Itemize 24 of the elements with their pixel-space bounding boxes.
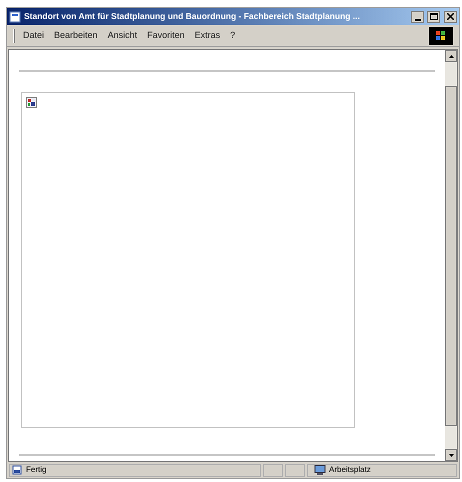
menu-item[interactable]: Extras xyxy=(194,28,220,42)
windows-logo-icon xyxy=(429,26,453,44)
menu-item[interactable]: Datei xyxy=(23,28,44,42)
minimize-icon xyxy=(414,18,420,22)
maximize-button[interactable] xyxy=(427,10,440,22)
status-pane xyxy=(263,464,283,476)
menu-item[interactable]: ? xyxy=(230,28,236,42)
down-arrow-icon xyxy=(448,454,454,456)
page-icon xyxy=(12,465,23,475)
status-pane xyxy=(285,464,305,476)
menu-item[interactable]: Bearbeiten xyxy=(54,28,98,42)
menu-item[interactable]: Favoriten xyxy=(147,28,185,42)
minimize-button[interactable] xyxy=(411,10,424,22)
status-text: Fertig xyxy=(26,464,46,476)
menu-item[interactable]: Ansicht xyxy=(108,28,138,42)
close-icon xyxy=(447,13,454,20)
maximize-icon xyxy=(430,13,438,20)
zone-text: Arbeitsplatz xyxy=(329,464,371,476)
browser-icon xyxy=(9,10,21,22)
broken-image-icon xyxy=(26,97,37,108)
computer-icon xyxy=(314,465,326,475)
window-title: Standort von Amt für Stadtplanung und Bauordnung - Fachbereich Stadtplanung ... xyxy=(24,10,361,23)
up-arrow-icon xyxy=(448,54,454,58)
close-button[interactable] xyxy=(444,10,457,22)
